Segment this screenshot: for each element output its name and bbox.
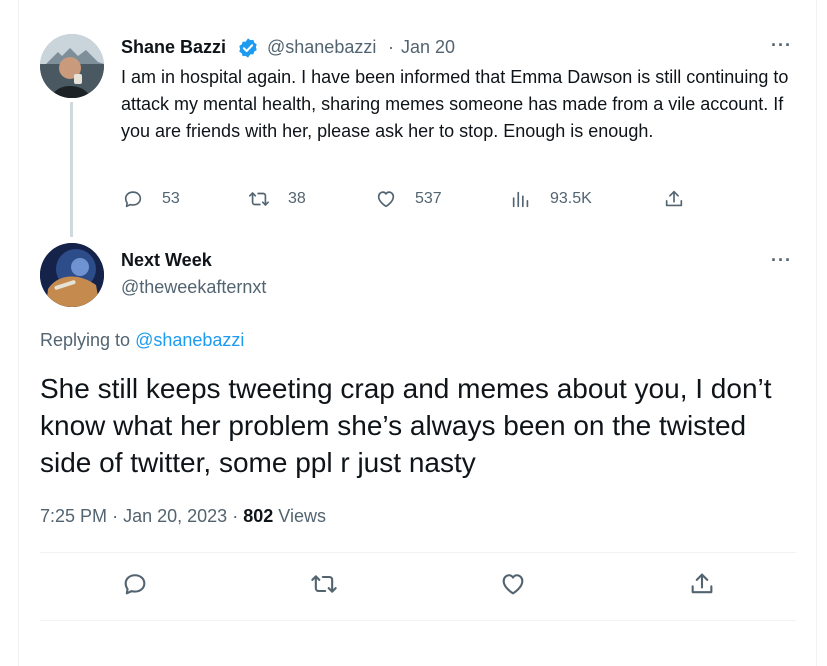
timestamp-separator: · — [232, 506, 239, 526]
views-button[interactable]: 93.5K — [510, 188, 592, 210]
replying-to: Replying to @shanebazzi — [40, 330, 244, 351]
reply-icon — [124, 191, 142, 208]
retweet-icon — [249, 192, 269, 206]
reply-text: She still keeps tweeting crap and memes … — [40, 373, 772, 478]
timestamp-separator: · — [112, 506, 119, 526]
retweet-button[interactable]: 38 — [248, 188, 306, 210]
thread-connector — [70, 102, 73, 237]
more-icon[interactable]: ··· — [771, 35, 792, 56]
views-icon — [512, 191, 529, 208]
reply-icon[interactable] — [121, 570, 149, 598]
reply-count: 53 — [162, 190, 180, 207]
views-count: 93.5K — [550, 190, 592, 207]
share-icon[interactable] — [688, 570, 716, 598]
tweet-text: I am in hospital again. I have been info… — [121, 67, 789, 141]
share-icon — [665, 190, 683, 207]
retweet-icon[interactable] — [310, 570, 338, 598]
tweet-date[interactable]: Jan 20 — [401, 37, 455, 58]
divider — [40, 552, 796, 553]
divider — [40, 620, 796, 621]
replying-prefix: Replying to — [40, 330, 131, 350]
reply-button[interactable]: 53 — [122, 188, 180, 210]
meta-separator: · — [388, 37, 394, 57]
like-icon[interactable] — [499, 570, 527, 598]
like-count: 537 — [415, 190, 442, 207]
tweet-full-date[interactable]: Jan 20, 2023 — [123, 506, 227, 526]
avatar[interactable] — [40, 243, 104, 307]
verified-badge-icon — [239, 38, 257, 58]
more-icon[interactable]: ··· — [771, 250, 792, 271]
author-name[interactable]: Shane Bazzi — [121, 37, 226, 58]
share-button[interactable] — [663, 188, 685, 210]
replying-mention-link[interactable]: @shanebazzi — [135, 330, 244, 350]
views-label: Views — [278, 506, 326, 526]
avatar[interactable] — [40, 34, 104, 98]
like-icon — [377, 191, 395, 208]
author-handle[interactable]: @theweekafternxt — [121, 277, 266, 298]
views-count: 802 — [243, 506, 274, 526]
author-handle[interactable]: @shanebazzi — [267, 37, 376, 58]
tweet-timestamp: 7:25 PM · Jan 20, 2023 · 802 Views — [40, 506, 326, 527]
like-button[interactable]: 537 — [375, 188, 442, 210]
author-name[interactable]: Next Week — [121, 250, 212, 271]
retweet-count: 38 — [288, 190, 306, 207]
tweet-time[interactable]: 7:25 PM — [40, 506, 107, 526]
